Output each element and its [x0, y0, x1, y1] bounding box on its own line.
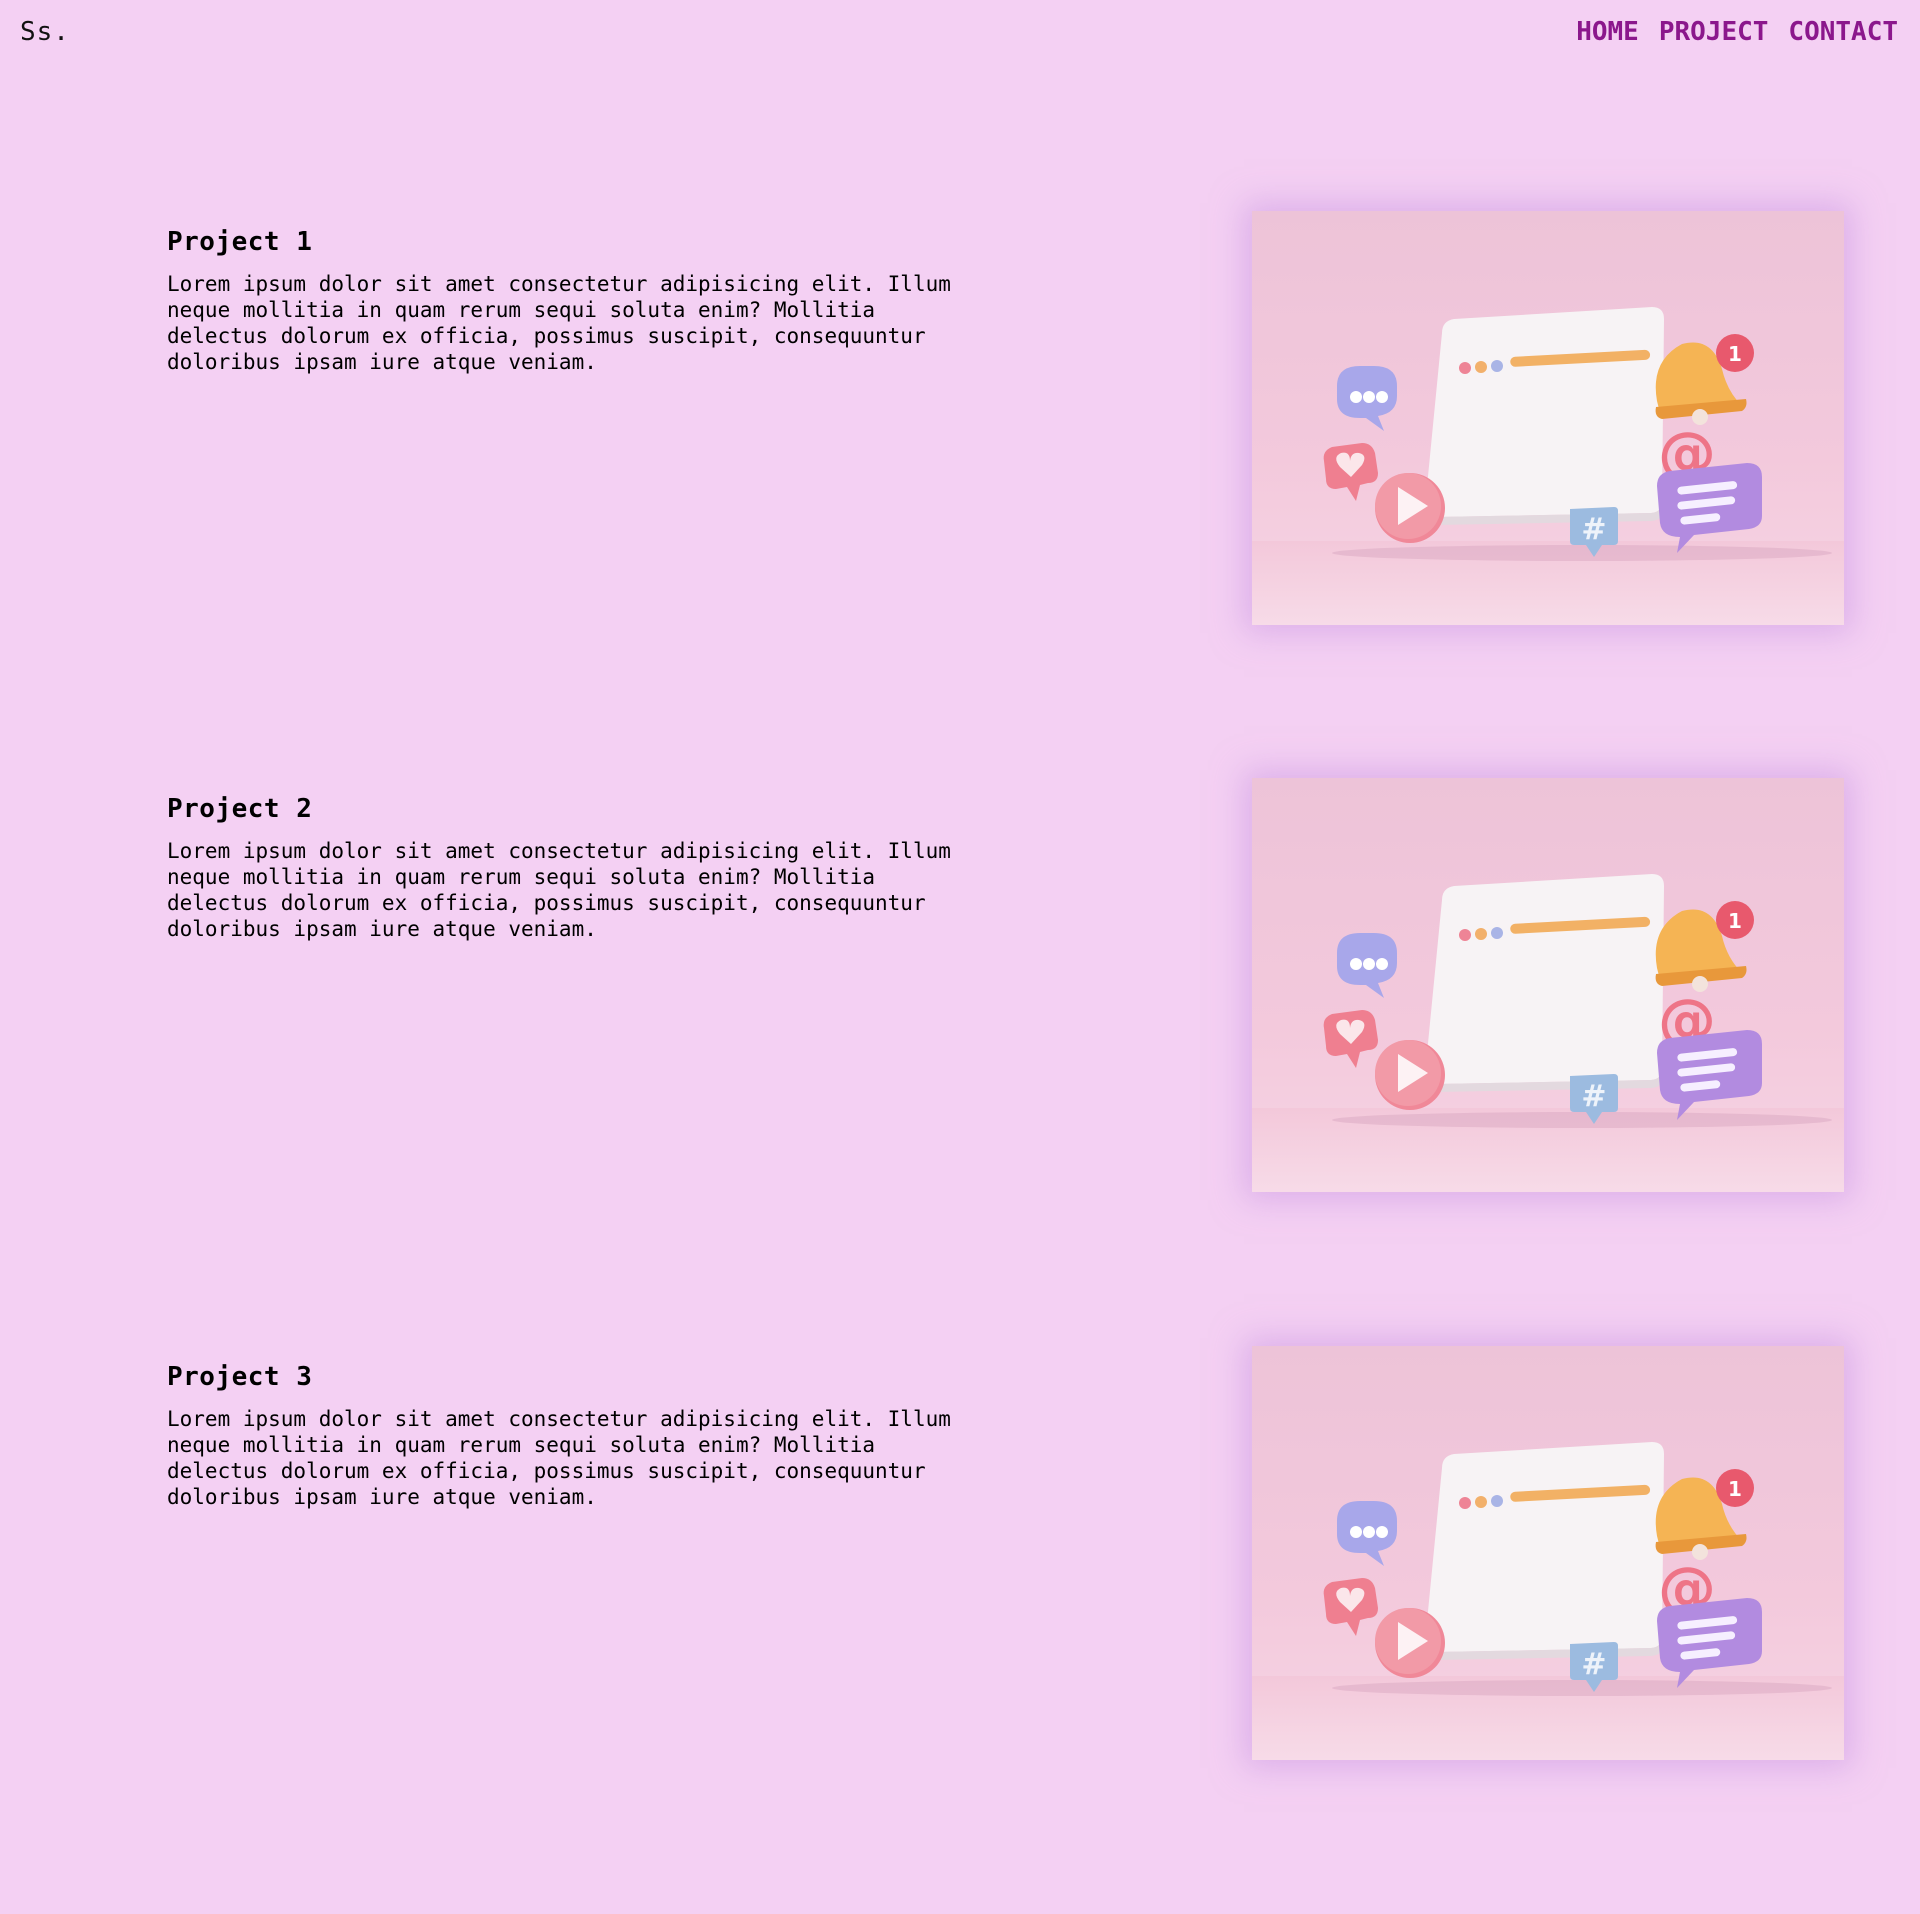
project-card-1: Project 1 Lorem ipsum dolor sit amet con… [0, 211, 1920, 631]
project-image[interactable]: # 1 @ [1252, 1346, 1844, 1760]
project-description: Lorem ipsum dolor sit amet consectetur a… [167, 1407, 951, 1509]
message-icon [1657, 1598, 1762, 1688]
svg-text:1: 1 [1728, 909, 1742, 933]
play-icon [1375, 1040, 1445, 1110]
chat-bubble-icon [1337, 1501, 1397, 1566]
svg-text:1: 1 [1728, 342, 1742, 366]
bell-icon: 1 [1655, 1469, 1754, 1560]
bell-icon: 1 [1655, 334, 1754, 425]
message-icon [1657, 1030, 1762, 1120]
chat-bubble-icon [1337, 366, 1397, 431]
chat-bubble-icon [1337, 933, 1397, 998]
svg-text:#: # [1581, 1647, 1606, 1682]
site-logo[interactable]: Ss. [20, 17, 70, 47]
bell-icon: 1 [1655, 901, 1754, 992]
heart-icon [1323, 443, 1378, 501]
project-text: Project 2 Lorem ipsum dolor sit amet con… [167, 794, 987, 942]
project-image[interactable]: # 1 @ [1252, 778, 1844, 1192]
project-description: Lorem ipsum dolor sit amet consectetur a… [167, 839, 951, 941]
top-bar: Ss. HOME PROJECT CONTACT [0, 0, 1920, 70]
project-card-3: Project 3 Lorem ipsum dolor sit amet con… [0, 1346, 1920, 1766]
play-icon [1375, 473, 1445, 543]
heart-icon [1323, 1010, 1378, 1068]
project-image[interactable]: # 1 @ [1252, 211, 1844, 625]
project-text: Project 3 Lorem ipsum dolor sit amet con… [167, 1362, 987, 1510]
project-title: Project 1 [167, 227, 313, 257]
heart-icon [1323, 1578, 1378, 1636]
svg-text:1: 1 [1728, 1477, 1742, 1501]
project-description: Lorem ipsum dolor sit amet consectetur a… [167, 272, 951, 374]
nav-link-home[interactable]: HOME [1576, 17, 1639, 47]
browser-window-icon [1424, 1442, 1664, 1660]
message-icon [1657, 463, 1762, 553]
nav-link-contact[interactable]: CONTACT [1788, 17, 1898, 47]
project-title: Project 3 [167, 1362, 313, 1392]
main-nav: HOME PROJECT CONTACT [1576, 17, 1898, 47]
browser-window-icon [1424, 874, 1664, 1092]
project-title: Project 2 [167, 794, 313, 824]
play-icon [1375, 1608, 1445, 1678]
svg-text:#: # [1581, 1079, 1606, 1114]
project-card-2: Project 2 Lorem ipsum dolor sit amet con… [0, 778, 1920, 1198]
browser-window-icon [1424, 307, 1664, 525]
nav-link-project[interactable]: PROJECT [1659, 17, 1769, 47]
project-text: Project 1 Lorem ipsum dolor sit amet con… [167, 227, 987, 375]
svg-text:#: # [1581, 512, 1606, 547]
